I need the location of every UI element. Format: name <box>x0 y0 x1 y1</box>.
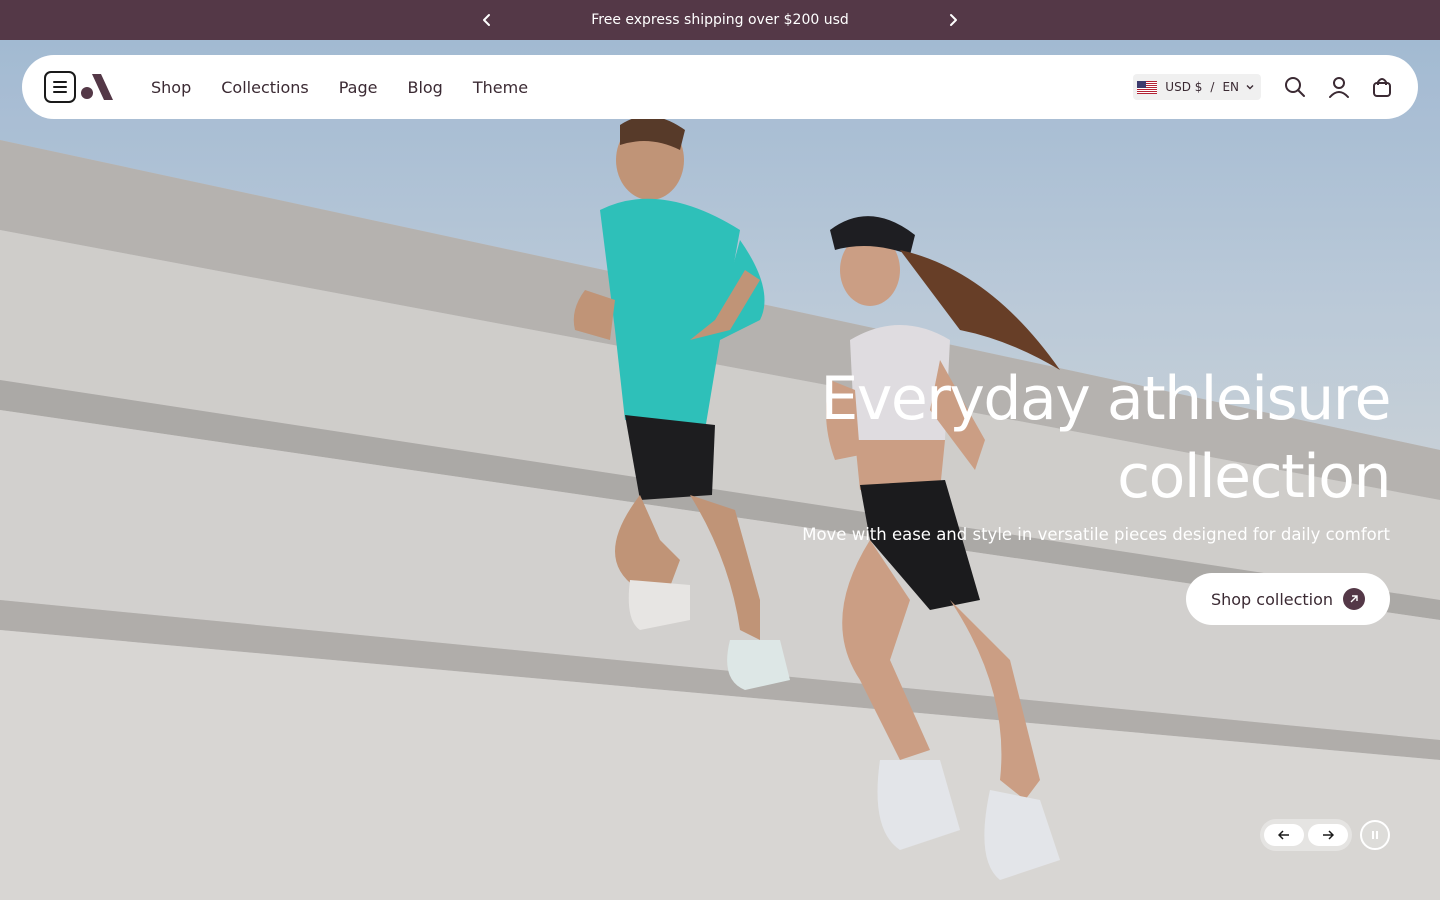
announcement-bar: Free express shipping over $200 usd <box>0 0 1440 40</box>
main-nav: Shop Collections Page Blog Theme <box>151 78 558 97</box>
announcement-next-button[interactable] <box>943 10 963 30</box>
cart-button[interactable] <box>1368 73 1396 101</box>
nav-blog[interactable]: Blog <box>407 78 442 97</box>
hero-title-line2: collection <box>1117 442 1391 512</box>
brand-logo[interactable] <box>81 74 113 100</box>
menu-button[interactable] <box>44 71 76 103</box>
chevron-down-icon <box>1246 85 1254 90</box>
chevron-right-icon <box>950 14 957 26</box>
shop-collection-button[interactable]: Shop collection <box>1186 573 1390 625</box>
pause-icon <box>1372 831 1378 839</box>
hero-subtitle: Move with ease and style in versatile pi… <box>802 525 1390 544</box>
site-header: Shop Collections Page Blog Theme USD $ /… <box>22 55 1418 119</box>
arrow-right-icon <box>1323 830 1334 840</box>
slider-controls <box>1260 819 1352 851</box>
nav-collections[interactable]: Collections <box>221 78 308 97</box>
announcement-text: Free express shipping over $200 usd <box>591 12 849 28</box>
slider-pause-button[interactable] <box>1360 820 1390 850</box>
search-button[interactable] <box>1281 73 1309 101</box>
currency-label: USD $ <box>1165 80 1203 94</box>
account-icon <box>1329 77 1349 98</box>
hero-title: Everyday athleisure collection <box>750 360 1391 516</box>
search-icon <box>1285 77 1305 97</box>
hero-title-line1: Everyday athleisure <box>820 364 1391 434</box>
nav-shop[interactable]: Shop <box>151 78 191 97</box>
slide-next-button[interactable] <box>1308 824 1348 846</box>
chevron-left-icon <box>483 14 490 26</box>
account-button[interactable] <box>1325 73 1353 101</box>
slide-prev-button[interactable] <box>1264 824 1304 846</box>
header-actions: USD $ / EN <box>1133 73 1396 101</box>
arrow-up-right-icon <box>1343 588 1366 610</box>
announcement-prev-button[interactable] <box>477 10 497 30</box>
us-flag-icon <box>1137 80 1158 94</box>
cta-label: Shop collection <box>1210 589 1334 609</box>
arrow-left-icon <box>1278 830 1289 840</box>
cart-icon <box>1373 78 1391 97</box>
menu-icon <box>53 81 67 93</box>
language-label: EN <box>1222 80 1239 94</box>
logo-icon <box>81 74 113 100</box>
nav-theme[interactable]: Theme <box>473 78 528 97</box>
locale-separator: / <box>1210 80 1215 94</box>
locale-selector[interactable]: USD $ / EN <box>1133 74 1261 100</box>
nav-page[interactable]: Page <box>339 78 378 97</box>
